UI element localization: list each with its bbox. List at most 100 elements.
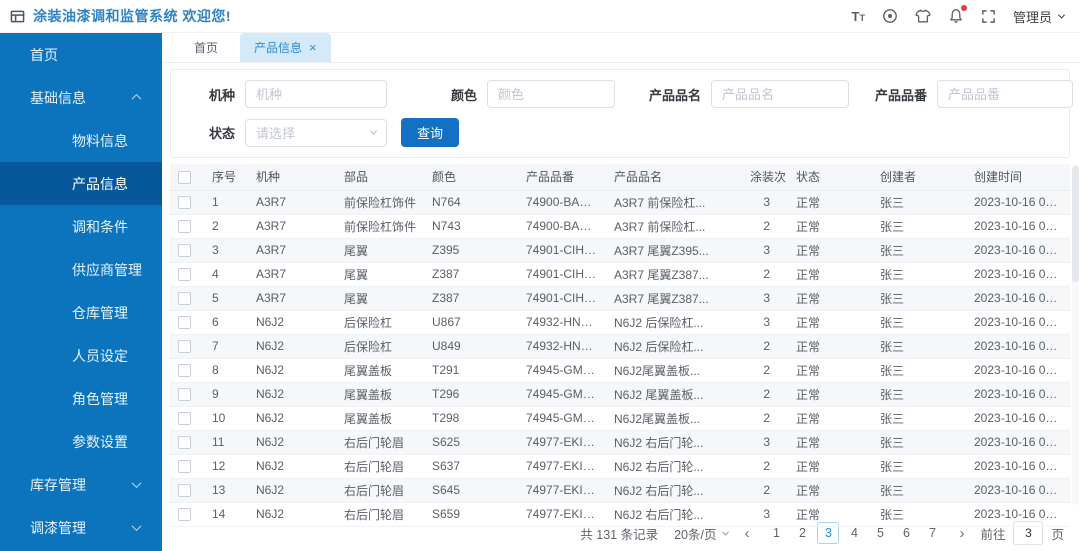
row-checkbox[interactable] <box>178 220 191 234</box>
sidebar-item[interactable]: 供应商管理 <box>0 248 162 291</box>
cell-color: T298 <box>424 406 518 431</box>
sidebar-item-label: 首页 <box>30 46 58 63</box>
chevron-down-icon <box>369 127 378 135</box>
row-checkbox[interactable] <box>178 388 191 402</box>
user-menu[interactable]: 管理员 <box>1013 7 1066 26</box>
cell-paint-times: 3 <box>742 430 788 455</box>
row-checkbox[interactable] <box>178 268 191 282</box>
sidebar-item[interactable]: 产品信息 <box>0 162 162 205</box>
cell-machine: N6J2 <box>248 358 336 383</box>
status-field: 状态 请选择 <box>193 118 387 147</box>
app-title: 涂装油漆调和监管系统 欢迎您! <box>33 8 232 24</box>
sidebar-item-label: 仓库管理 <box>72 304 128 321</box>
cell-created-time: 2023-10-16 00:... <box>966 382 1070 407</box>
cell-created-time: 2023-10-16 00:... <box>966 454 1070 479</box>
select-all-checkbox[interactable] <box>178 170 191 184</box>
theme-skin-icon[interactable] <box>915 8 931 24</box>
sidebar-item[interactable]: 基础信息 <box>0 76 162 119</box>
machine-type-input[interactable] <box>245 80 387 108</box>
cell-product-name: N6J2 后保险杠... <box>606 334 742 359</box>
table-row: 6 N6J2 后保险杠 U867 74932-HNMP0... N6J2 后保险… <box>170 310 1070 335</box>
cell-color: U867 <box>424 310 518 335</box>
topbar-left: 涂装油漆调和监管系统 欢迎您! <box>10 6 231 26</box>
sidebar-item[interactable]: 首页 <box>0 33 162 76</box>
sidebar-item[interactable]: 参数设置 <box>0 420 162 463</box>
row-checkbox[interactable] <box>178 364 191 378</box>
cell-status: 正常 <box>788 262 872 287</box>
row-checkbox[interactable] <box>178 244 191 258</box>
cell-creator: 张三 <box>872 406 966 431</box>
products-table: 序号 机种 部品 颜色 产品品番 产品品名 涂装次 状态 创建者 创建时间 1 … <box>170 164 1070 527</box>
cell-machine: N6J2 <box>248 454 336 479</box>
notification-bell-icon[interactable] <box>948 5 967 24</box>
status-select[interactable]: 请选择 <box>245 118 387 147</box>
cell-product-code: 74901-CIHK00... <box>518 286 606 311</box>
sidebar-item-label: 供应商管理 <box>72 261 142 278</box>
fullscreen-icon[interactable] <box>981 9 996 24</box>
row-checkbox[interactable] <box>178 460 191 474</box>
cell-machine: N6J2 <box>248 334 336 359</box>
filter-panel: 机种 颜色 产品品名 产品品番 <box>170 69 1073 158</box>
cell-color: U849 <box>424 334 518 359</box>
sidebar-item[interactable]: 物料信息 <box>0 119 162 162</box>
row-checkbox[interactable] <box>178 340 191 354</box>
sidebar-item[interactable]: 调漆管理 <box>0 506 162 549</box>
cell-creator: 张三 <box>872 478 966 503</box>
search-button[interactable]: 查询 <box>401 118 460 147</box>
cell-machine: A3R7 <box>248 238 336 263</box>
product-name-input[interactable] <box>711 80 849 108</box>
cell-color: S659 <box>424 502 518 527</box>
row-checkbox[interactable] <box>178 508 191 522</box>
close-tab-icon[interactable]: × <box>309 41 317 54</box>
topbar: 涂装油漆调和监管系统 欢迎您! TT 管理员 <box>0 0 1080 33</box>
cell-product-name: A3R7 尾翼Z387... <box>606 286 742 311</box>
cell-paint-times: 2 <box>742 454 788 479</box>
row-checkbox[interactable] <box>178 316 191 330</box>
cell-status: 正常 <box>788 310 872 335</box>
cell-created-time: 2023-10-16 00:... <box>966 502 1070 527</box>
tab-home[interactable]: 首页 <box>180 33 232 62</box>
cell-product-name: N6J2尾翼盖板... <box>606 406 742 431</box>
next-page-button[interactable]: › <box>959 526 964 541</box>
cell-created-time: 2023-10-16 00:... <box>966 334 1070 359</box>
product-code-input[interactable] <box>937 80 1073 108</box>
sidebar: 首页 基础信息 物料信息 产品信息 调和条件 供应商管理 仓库管理 人员设定 角… <box>0 33 162 551</box>
row-checkbox[interactable] <box>178 484 191 498</box>
color-input[interactable] <box>487 80 615 108</box>
prev-page-button[interactable]: ‹ <box>744 526 749 541</box>
row-checkbox[interactable] <box>178 196 191 210</box>
help-icon[interactable] <box>882 8 898 24</box>
cell-creator: 张三 <box>872 238 966 263</box>
cell-creator: 张三 <box>872 382 966 407</box>
table-row: 9 N6J2 尾翼盖板 T296 74945-GMLO0... N6J2 尾翼盖… <box>170 382 1070 407</box>
tab-product-info[interactable]: 产品信息 × <box>240 33 331 62</box>
cell-created-time: 2023-10-16 00:... <box>966 214 1070 239</box>
cell-paint-times: 3 <box>742 286 788 311</box>
vertical-scrollbar[interactable] <box>1072 164 1079 505</box>
table-area: 序号 机种 部品 颜色 产品品番 产品品名 涂装次 状态 创建者 创建时间 1 … <box>170 164 1079 527</box>
sidebar-item[interactable]: 库存管理 <box>0 463 162 506</box>
sidebar-item[interactable]: 人员设定 <box>0 334 162 377</box>
cell-machine: A3R7 <box>248 286 336 311</box>
cell-color: N764 <box>424 190 518 215</box>
product-code-field: 产品品番 <box>871 80 1073 108</box>
cell-creator: 张三 <box>872 358 966 383</box>
scrollbar-thumb[interactable] <box>1072 166 1079 282</box>
machine-type-label: 机种 <box>208 87 235 103</box>
cell-part: 前保险杠饰件 <box>336 214 424 239</box>
font-size-icon[interactable]: TT <box>852 10 865 23</box>
row-checkbox[interactable] <box>178 292 191 306</box>
row-checkbox[interactable] <box>178 412 191 426</box>
cell-part: 后保险杠 <box>336 334 424 359</box>
row-checkbox[interactable] <box>178 436 191 450</box>
sidebar-item[interactable]: 角色管理 <box>0 377 162 420</box>
cell-status: 正常 <box>788 190 872 215</box>
sidebar-item[interactable]: 调和条件 <box>0 205 162 248</box>
sidebar-item-label: 基础信息 <box>30 89 86 106</box>
cell-product-code: 74977-EKIJM0... <box>518 430 606 455</box>
sidebar-item[interactable]: 仓库管理 <box>0 291 162 334</box>
cell-color: N743 <box>424 214 518 239</box>
column-header-creator: 创建者 <box>872 164 966 191</box>
cell-product-name: A3R7 前保险杠... <box>606 190 742 215</box>
cell-status: 正常 <box>788 238 872 263</box>
